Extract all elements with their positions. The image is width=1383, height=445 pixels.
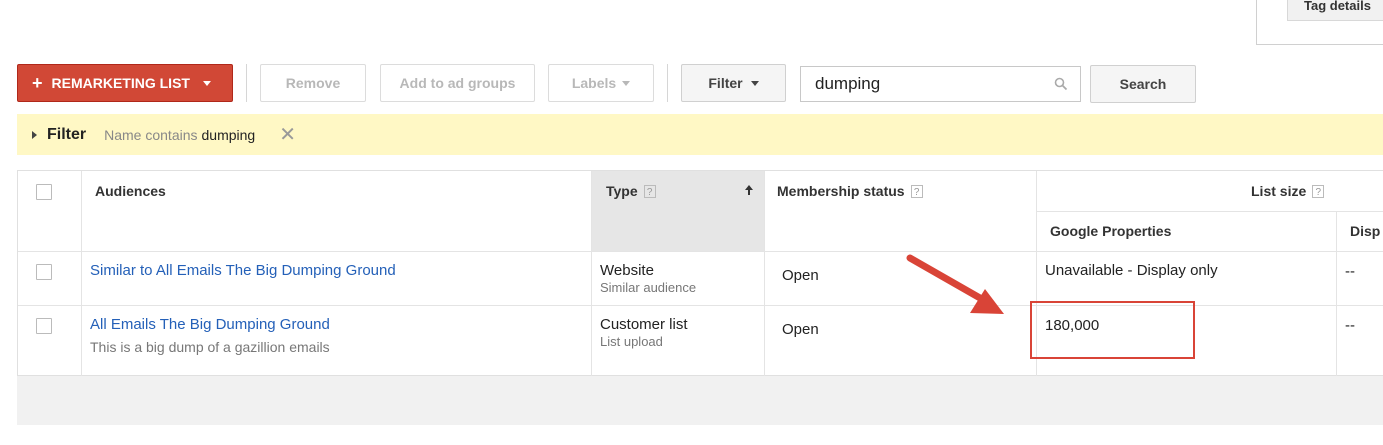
search-input[interactable]: dumping: [800, 66, 1081, 102]
tag-details-tab[interactable]: Tag details: [1287, 0, 1383, 21]
display-header-label: Disp: [1350, 223, 1381, 239]
add-to-ad-groups-button[interactable]: Add to ad groups: [380, 64, 535, 102]
filter-description: Name contains: [104, 126, 198, 143]
plus-icon: +: [32, 73, 43, 93]
select-all-checkbox[interactable]: [36, 184, 52, 200]
help-icon[interactable]: ?: [643, 184, 656, 198]
audiences-header-label: Audiences: [95, 183, 166, 199]
arrow-up-icon: [745, 185, 753, 195]
header-bottom-border: [18, 251, 1383, 252]
add-remarketing-list-button[interactable]: + REMARKETING LIST: [17, 64, 233, 102]
google-properties-column-header[interactable]: Google Properties: [1050, 223, 1171, 239]
audience-type: Website: [600, 262, 654, 279]
membership-status: Open: [782, 267, 819, 284]
audience-type: Customer list: [600, 316, 688, 333]
triangle-right-icon[interactable]: [32, 130, 37, 139]
labels-dropdown-button[interactable]: Labels: [548, 64, 654, 102]
active-filter-bar: Filter Name contains dumping ✕: [17, 114, 1383, 155]
audience-subtype: List upload: [600, 334, 663, 349]
type-column-header[interactable]: Type ?: [606, 183, 656, 199]
remarketing-button-label: REMARKETING LIST: [51, 75, 190, 91]
list-size-column-header: List size ?: [1251, 183, 1325, 199]
filter-button-label: Filter: [708, 75, 743, 91]
column-divider: [1336, 211, 1337, 376]
search-input-value: dumping: [815, 74, 881, 93]
search-button-label: Search: [1119, 76, 1167, 92]
table-footer: [17, 376, 1383, 425]
remove-button[interactable]: Remove: [260, 64, 366, 102]
remove-button-label: Remove: [285, 75, 341, 91]
column-divider: [764, 171, 765, 376]
filter-dropdown-button[interactable]: Filter: [681, 64, 786, 102]
help-icon[interactable]: ?: [1312, 184, 1325, 198]
search-button[interactable]: Search: [1090, 65, 1196, 103]
audience-description: This is a big dump of a gazillion emails: [90, 339, 330, 355]
audience-name-link[interactable]: Similar to All Emails The Big Dumping Gr…: [90, 262, 396, 279]
display-size: --: [1345, 317, 1355, 334]
audiences-column-header[interactable]: Audiences: [95, 183, 166, 199]
annotation-highlight-box: [1030, 301, 1195, 359]
list-size-header-label: List size: [1251, 183, 1307, 199]
filter-bar-label[interactable]: Filter: [47, 126, 86, 144]
google-properties-size: Unavailable - Display only: [1045, 262, 1218, 279]
audience-subtype: Similar audience: [600, 280, 697, 295]
chevron-down-icon: [750, 80, 759, 86]
filter-term: dumping: [201, 126, 256, 143]
google-properties-header-label: Google Properties: [1050, 223, 1172, 239]
column-divider: [591, 171, 592, 376]
type-header-label: Type: [606, 183, 638, 199]
display-column-header[interactable]: Disp: [1350, 223, 1380, 239]
header-divider: [1036, 211, 1383, 212]
display-size: --: [1345, 263, 1355, 280]
audience-name-link[interactable]: All Emails The Big Dumping Ground: [90, 316, 330, 333]
close-icon[interactable]: ✕: [279, 125, 296, 145]
tag-details-panel: Tag details: [1256, 0, 1383, 45]
membership-status-header-label: Membership status: [777, 183, 905, 199]
add-to-ad-groups-label: Add to ad groups: [399, 75, 516, 91]
row-checkbox[interactable]: [36, 264, 52, 280]
labels-button-label: Labels: [571, 75, 617, 91]
magnifier-icon: [1054, 77, 1068, 91]
toolbar-divider: [246, 64, 247, 102]
row-checkbox[interactable]: [36, 318, 52, 334]
chevron-down-icon: [202, 80, 211, 86]
help-icon[interactable]: ?: [910, 184, 923, 198]
toolbar-divider: [667, 64, 668, 102]
membership-status-column-header[interactable]: Membership status ?: [777, 183, 923, 199]
chevron-down-icon: [622, 80, 631, 86]
column-divider: [81, 171, 82, 376]
membership-status: Open: [782, 321, 819, 338]
